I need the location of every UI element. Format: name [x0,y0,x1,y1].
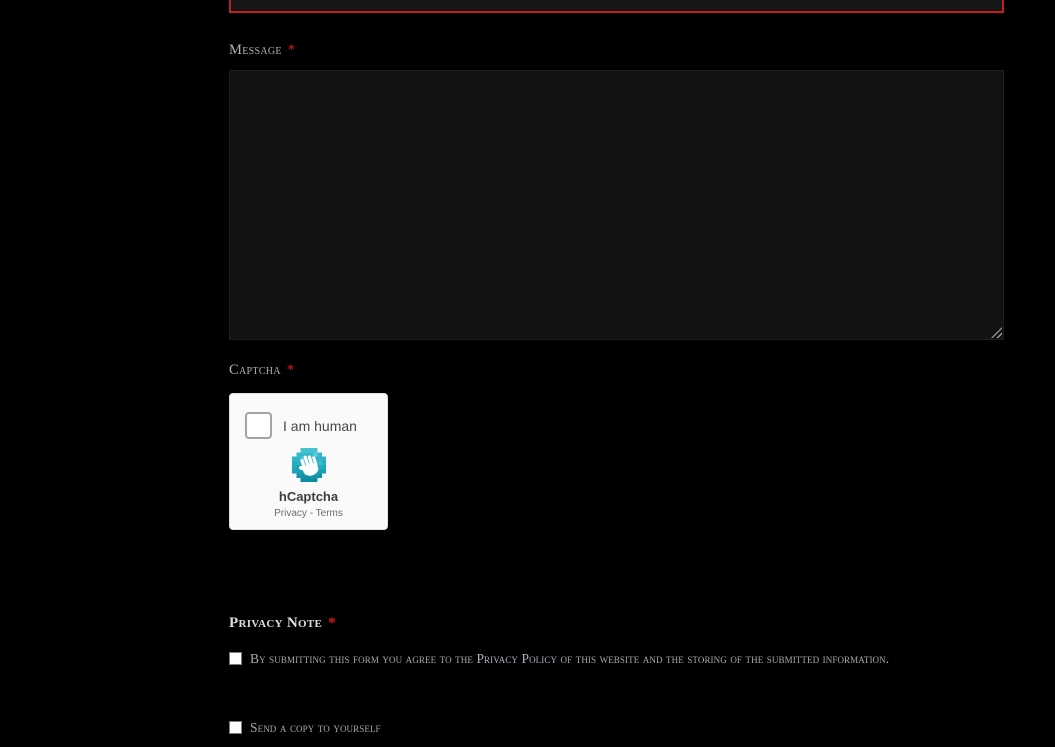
privacy-agree-row: By submitting this form you agree to the… [229,651,1004,667]
hcaptcha-checkbox-label: I am human [283,417,357,434]
privacy-agree-text-before: By submitting this form you agree to the [250,651,477,666]
hcaptcha-brand-label: hCaptcha [278,489,339,504]
hcaptcha-widget: I am human hCaptcha Privacy - Terms [229,393,388,530]
hcaptcha-privacy-link[interactable]: Privacy [274,508,307,519]
privacy-note-label-row: Privacy Note * [229,615,1004,632]
privacy-agree-text-after: of this website and the storing of the s… [557,651,890,666]
captcha-label-row: Captcha * [229,362,1004,379]
message-required-asterisk: * [287,42,296,58]
send-copy-row: Send a copy to yourself [229,720,1004,736]
send-copy-label: Send a copy to yourself [250,720,381,735]
message-label-row: Message * [229,42,1004,59]
privacy-agree-label: By submitting this form you agree to the… [250,651,889,667]
invalid-text-field[interactable] [229,0,1004,13]
privacy-note-required-asterisk: * [328,615,336,631]
hcaptcha-checkbox[interactable] [245,412,272,439]
captcha-label: Captcha [229,362,281,378]
privacy-policy-link[interactable]: Privacy Policy [476,651,557,666]
message-label: Message [229,42,282,58]
message-textarea-wrap [229,70,1004,340]
hcaptcha-terms-link[interactable]: Terms [316,508,343,519]
hcaptcha-links-separator: - [306,508,316,519]
message-textarea[interactable] [229,70,1004,340]
contact-form: Message * Captcha * I am human hCaptcha … [229,0,1004,736]
privacy-note-label: Privacy Note [229,615,323,631]
hcaptcha-logo-icon [291,448,326,482]
privacy-agree-checkbox[interactable] [229,652,242,665]
send-copy-checkbox[interactable] [229,721,242,734]
captcha-required-asterisk: * [286,362,295,378]
